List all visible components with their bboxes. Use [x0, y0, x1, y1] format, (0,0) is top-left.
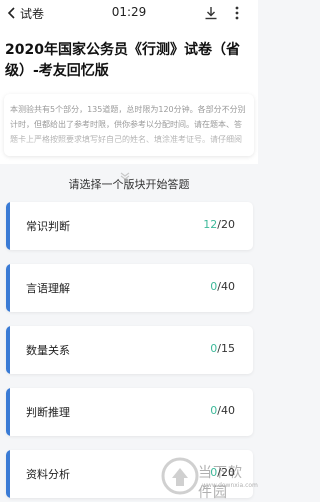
card-accent-bar: [6, 202, 10, 250]
card-accent-bar: [6, 450, 10, 498]
exam-title: 2020年国家公务员《行测》试卷（省级）-考友回忆版: [5, 42, 240, 79]
progress-done: 12: [203, 218, 218, 231]
status-time: 01:29: [111, 5, 147, 19]
section-card[interactable]: 常识判断 12/20: [6, 202, 253, 250]
watermark: 当下软件园 www.downxia.com: [160, 456, 258, 501]
card-accent-bar: [6, 326, 10, 374]
exam-description-card[interactable]: 本测验共有5个部分，135道题，总时限为120分钟。各部分不分别计时，但都给出了…: [4, 94, 254, 156]
watermark-url: www.downxia.com: [202, 482, 258, 489]
section-card[interactable]: 数量关系 0/15: [6, 326, 253, 374]
card-accent-bar: [6, 388, 10, 436]
progress-total: /15: [217, 342, 235, 355]
more-vertical-icon[interactable]: [234, 5, 240, 21]
section-card[interactable]: 判断推理 0/40: [6, 388, 253, 436]
section-name: 数量关系: [26, 344, 70, 357]
section-card[interactable]: 言语理解 0/40: [6, 264, 253, 312]
progress-total: /20: [217, 218, 235, 231]
top-bar: 试卷 01:29: [0, 0, 258, 28]
section-progress: 0/40: [210, 404, 235, 417]
section-name: 言语理解: [26, 282, 70, 295]
card-accent-bar: [6, 264, 10, 312]
download-icon[interactable]: [203, 5, 219, 21]
section-name: 资料分析: [26, 468, 70, 481]
section-progress: 0/15: [210, 342, 235, 355]
section-progress: 12/20: [203, 218, 235, 231]
progress-total: /40: [217, 404, 235, 417]
description-fade: [4, 132, 254, 156]
section-name: 常识判断: [26, 220, 70, 233]
section-prompt: 请选择一个版块开始答题: [68, 178, 190, 191]
section-progress: 0/40: [210, 280, 235, 293]
exam-header: 2020年国家公务员《行测》试卷（省级）-考友回忆版 本测验共有5个部分，135…: [0, 28, 258, 180]
section-name: 判断推理: [26, 406, 70, 419]
progress-total: /40: [217, 280, 235, 293]
watermark-logo-icon: [161, 457, 199, 495]
